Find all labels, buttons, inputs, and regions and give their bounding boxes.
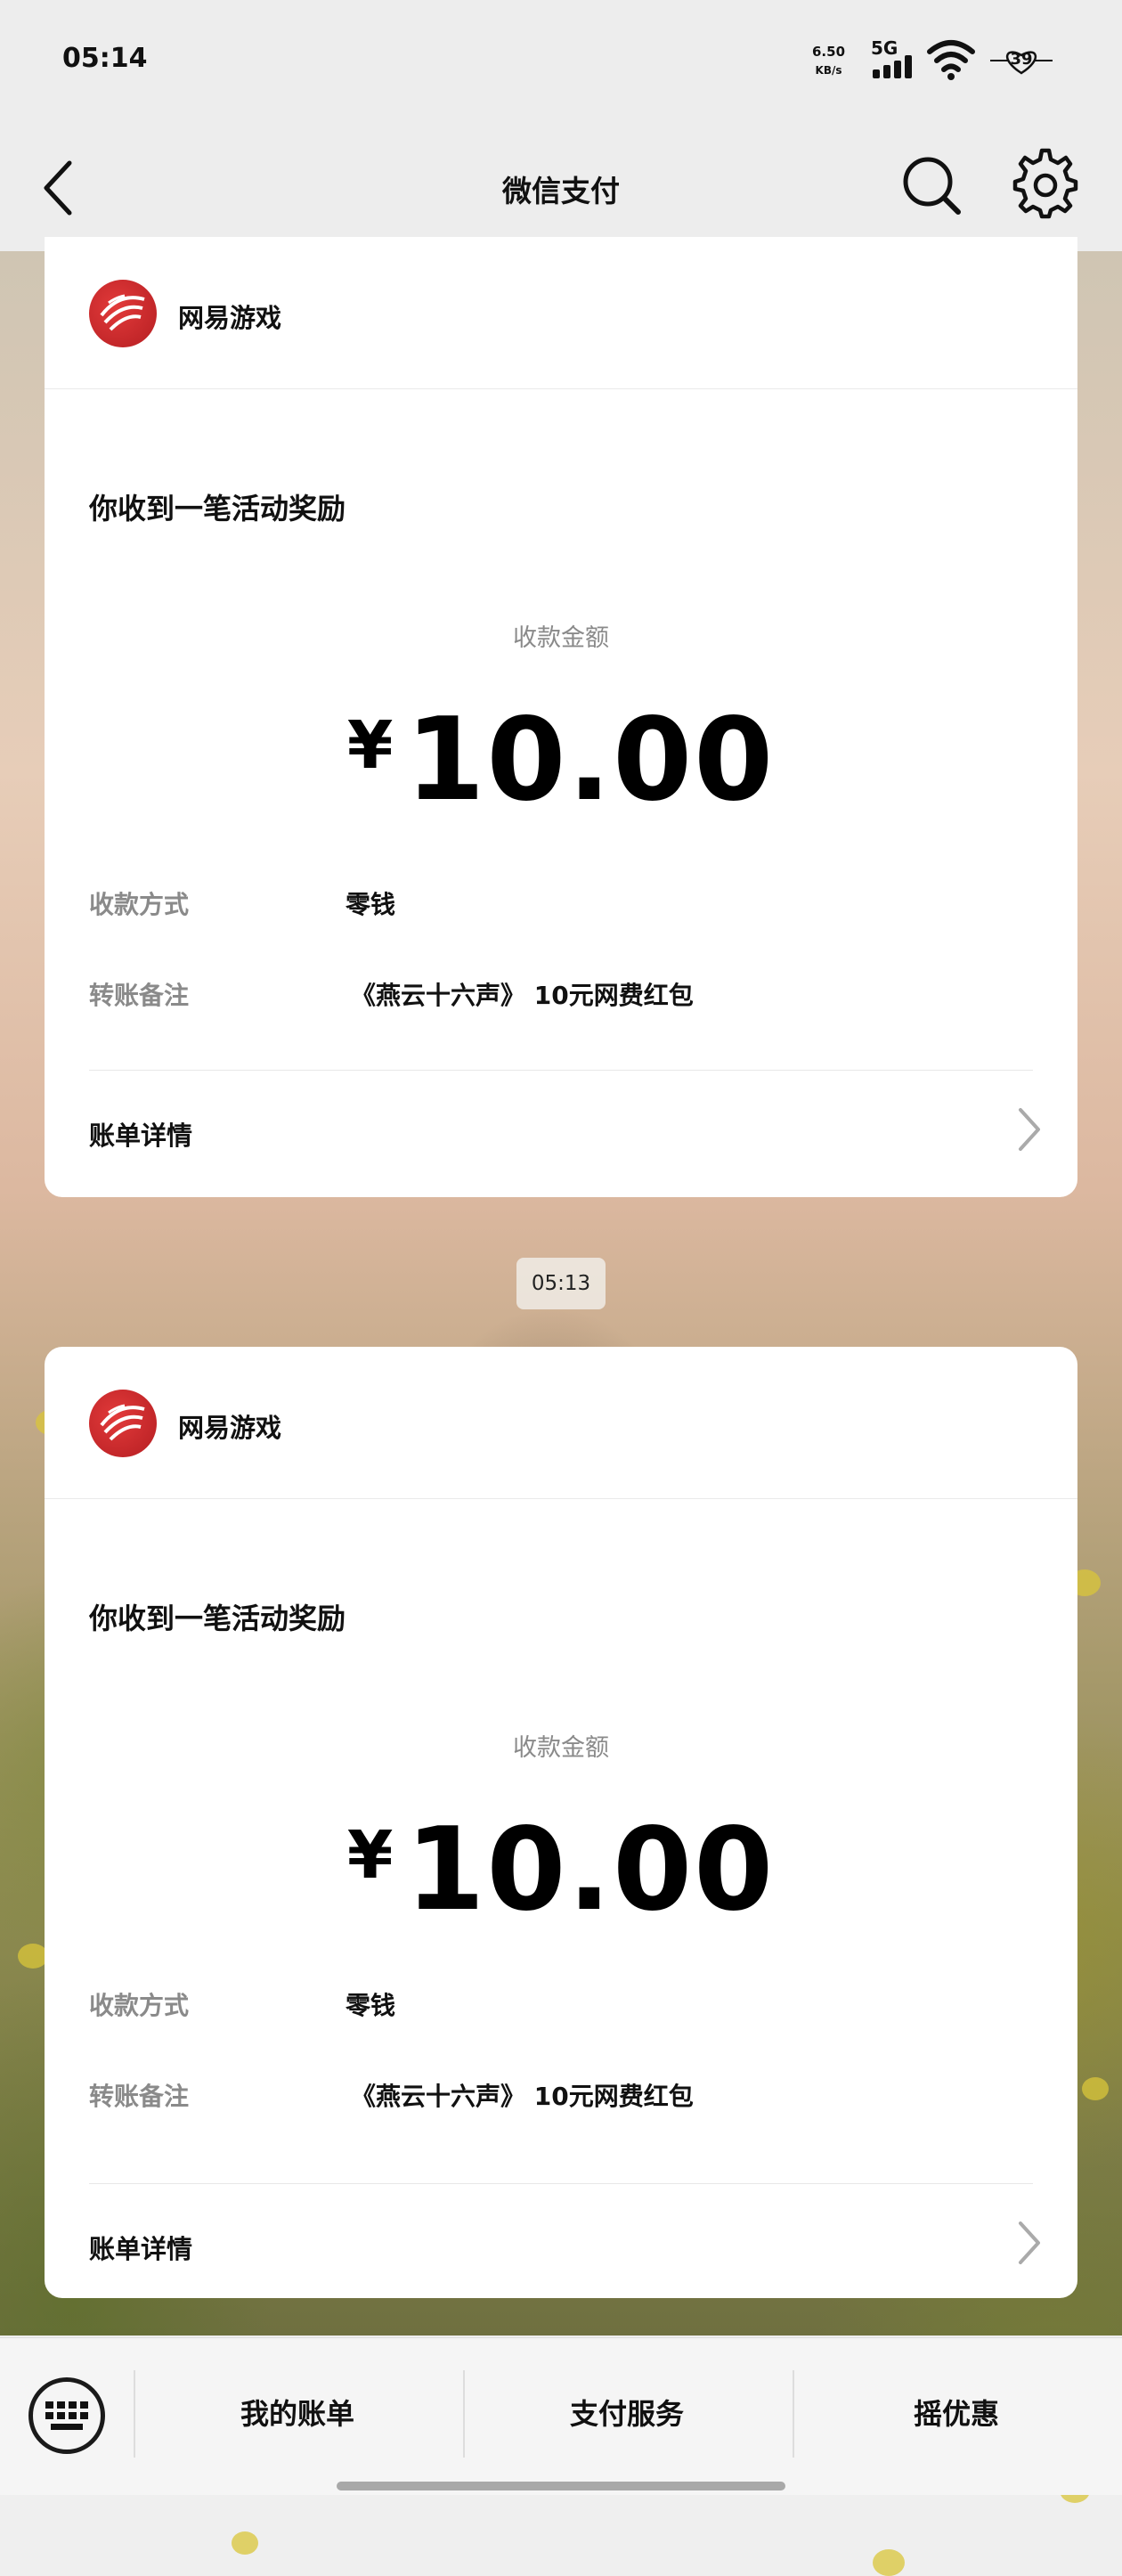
currency-symbol: ¥ [346,707,394,784]
transfer-note-value: 《燕云十六声》 10元网费红包 [351,2082,694,2111]
bill-details-label: 账单详情 [89,2234,193,2264]
message-timestamp: 05:13 [516,1258,606,1309]
status-bar: 05:14 6.50 KB/s 5G 39 [0,0,1122,125]
transfer-note-value: 《燕云十六声》 10元网费红包 [351,981,694,1010]
network-speed: 6.50 KB/s [812,39,845,77]
top-nav-bar: 微信支付 [0,125,1122,251]
payment-notification-card[interactable]: 网易游戏 你收到一笔活动奖励 收款金额 ¥10.00 收款方式 零钱 转账备注 … [45,237,1077,1197]
chevron-right-icon [1019,2221,1040,2264]
card-title: 你收到一笔活动奖励 [89,1602,346,1635]
amount-label: 收款金额 [513,624,609,652]
battery-indicator: 39 [990,45,1053,77]
payment-method-label: 收款方式 [89,1991,190,2020]
bill-details-label: 账单详情 [89,1121,193,1151]
wifi-icon [927,40,975,80]
gear-icon[interactable] [1010,148,1081,221]
payment-method-label: 收款方式 [89,890,190,919]
netease-logo [89,1390,157,1457]
status-time: 05:14 [62,43,148,74]
keyboard-icon[interactable] [28,2377,105,2454]
signal-type-label: 5G [871,37,898,59]
amount-value: 10.00 [405,1804,776,1936]
card-header: 网易游戏 [45,1347,1077,1499]
payment-method-value: 零钱 [346,1991,396,2020]
menu-payment-services[interactable]: 支付服务 [463,2392,791,2433]
bottom-menu-bar: 我的账单 支付服务 摇优惠 [0,2337,1122,2495]
card-title: 你收到一笔活动奖励 [89,492,346,526]
amount-value: 10.00 [405,694,776,827]
transfer-note-label: 转账备注 [89,2082,190,2111]
payment-method-value: 零钱 [346,890,396,919]
merchant-name: 网易游戏 [178,303,282,333]
netease-logo-icon [100,1404,145,1441]
netease-logo [89,280,157,347]
battery-level: 39 [1010,50,1033,69]
menu-my-bills[interactable]: 我的账单 [134,2392,461,2433]
menu-shake-deals[interactable]: 摇优惠 [793,2392,1120,2433]
keyboard-glyph-icon [45,2401,88,2430]
chevron-right-icon [1019,1108,1040,1151]
bill-details-link[interactable]: 账单详情 [45,1071,1077,1186]
bill-details-link[interactable]: 账单详情 [45,2184,1077,2298]
merchant-name: 网易游戏 [178,1413,282,1443]
netease-logo-icon [100,294,145,331]
home-indicator[interactable] [337,2482,785,2490]
network-speed-value: 6.50 [812,44,846,60]
currency-symbol: ¥ [346,1817,394,1894]
network-speed-unit: KB/s [815,64,842,77]
amount-display: ¥10.00 [45,698,1077,823]
payment-notification-card[interactable]: 网易游戏 你收到一笔活动奖励 收款金额 ¥10.00 收款方式 零钱 转账备注 … [45,1347,1077,2298]
card-header: 网易游戏 [45,237,1077,389]
amount-display: ¥10.00 [45,1808,1077,1933]
search-icon[interactable] [899,150,963,221]
transfer-note-label: 转账备注 [89,981,190,1010]
amount-label: 收款金额 [513,1734,609,1762]
cellular-signal-icon [873,55,917,78]
